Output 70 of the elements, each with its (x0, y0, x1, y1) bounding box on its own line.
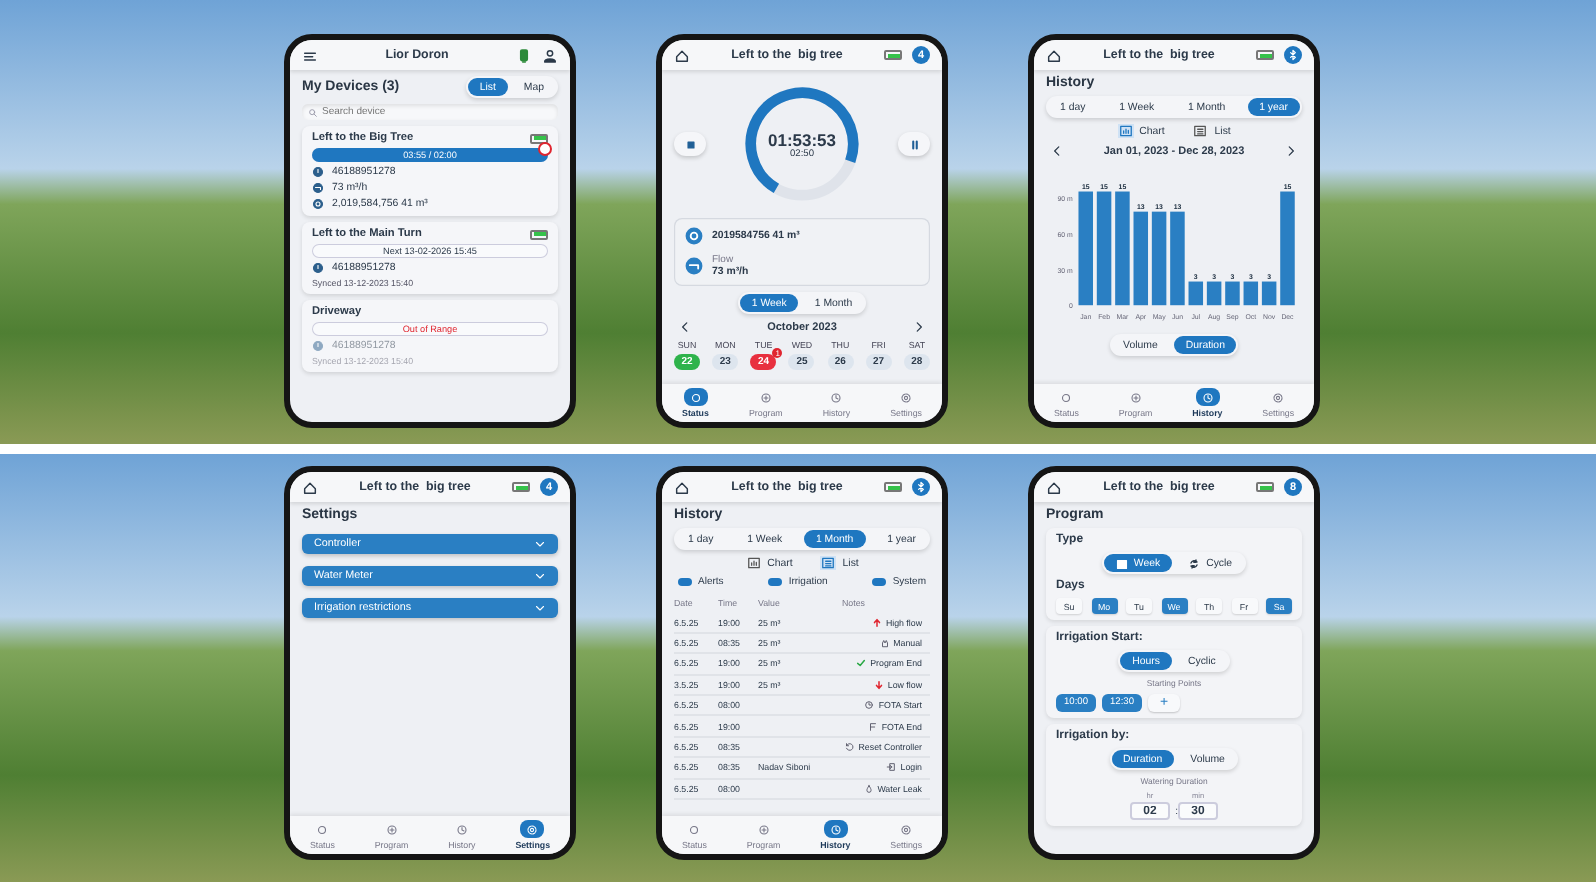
circle-icon (688, 823, 701, 835)
device-icon[interactable] (516, 47, 532, 63)
filter-switch[interactable] (872, 578, 887, 586)
circle-icon (316, 823, 329, 835)
previous-icon[interactable] (678, 320, 692, 334)
gauge-icon (312, 262, 324, 274)
bluetooth-badge[interactable] (1284, 46, 1302, 64)
clock-icon (455, 823, 468, 835)
check-icon (856, 658, 867, 669)
bar (1151, 211, 1167, 306)
home-icon[interactable] (674, 47, 690, 63)
gear-icon (900, 391, 913, 403)
arrow-up-icon (871, 617, 882, 628)
filter-switch[interactable] (678, 578, 692, 586)
gauge-icon (312, 166, 324, 178)
stop-icon (683, 137, 697, 151)
circle-icon (689, 391, 702, 403)
cycle-icon (1188, 557, 1201, 569)
battery-icon (884, 482, 902, 492)
clock-icon (830, 391, 843, 403)
clock-icon (1201, 391, 1214, 403)
previous-icon[interactable] (1050, 144, 1064, 158)
reset-icon (844, 741, 855, 752)
filter-switch[interactable] (768, 578, 783, 586)
battery-icon (884, 50, 902, 60)
home-icon[interactable] (302, 479, 318, 495)
plus-circle-icon (759, 391, 772, 403)
bar (1133, 211, 1148, 306)
clock-icon (864, 700, 875, 711)
gear-icon (526, 823, 539, 835)
next-icon[interactable] (911, 320, 926, 334)
arrow-down-icon (873, 679, 884, 690)
stop-button[interactable] (674, 132, 706, 156)
battery-icon (512, 482, 530, 492)
bar (1280, 191, 1295, 306)
battery-icon (1256, 482, 1274, 492)
faucet-icon (684, 256, 704, 276)
pause-button[interactable] (898, 132, 930, 156)
plus-circle-icon (385, 823, 398, 835)
bar (1225, 281, 1240, 306)
bluetooth-icon (1286, 48, 1300, 62)
timer-elapsed: 01:53:53 (767, 129, 837, 149)
circle-icon (1060, 391, 1073, 403)
search-icon (308, 107, 318, 117)
clock-icon (829, 823, 842, 835)
bluetooth-badge[interactable] (912, 478, 930, 496)
bar (1078, 191, 1093, 306)
gear-icon (900, 823, 913, 835)
login-icon (886, 762, 897, 773)
next-icon[interactable] (1284, 144, 1298, 158)
pause-icon (907, 137, 921, 151)
meter-icon (312, 198, 324, 210)
bar (1115, 191, 1130, 306)
plus-circle-icon (1129, 391, 1142, 403)
user-icon[interactable] (542, 47, 558, 63)
gear-icon (1272, 391, 1285, 403)
bar (1096, 191, 1112, 306)
calendar-icon (1115, 557, 1128, 569)
home-icon[interactable] (674, 479, 690, 495)
home-icon[interactable] (1046, 47, 1062, 63)
meter-icon (684, 226, 704, 246)
gauge-icon (312, 340, 324, 352)
home-icon[interactable] (1046, 479, 1062, 495)
bar (1170, 211, 1185, 306)
drop-icon (863, 783, 874, 794)
battery-icon (1256, 50, 1274, 60)
menu-icon[interactable] (302, 47, 318, 63)
plus-circle-icon (757, 823, 770, 835)
faucet-icon (312, 182, 324, 194)
bluetooth-icon (914, 480, 928, 494)
